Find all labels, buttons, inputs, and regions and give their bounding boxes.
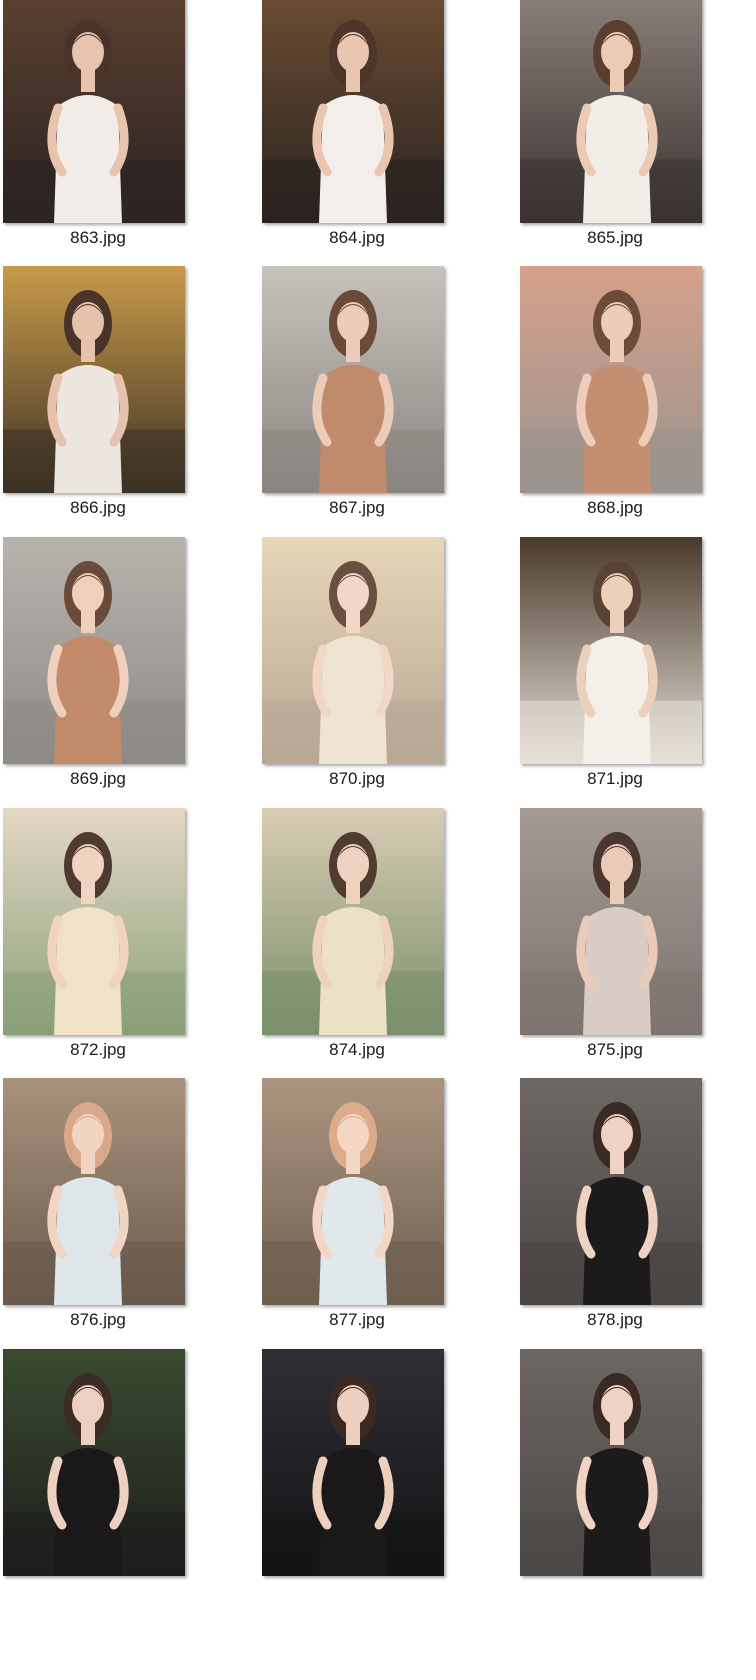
file-tile[interactable]: 864.jpg: [262, 0, 447, 266]
file-name-label: 865.jpg: [587, 228, 643, 247]
file-tile[interactable]: 876.jpg: [3, 1078, 188, 1348]
photo-image: [520, 0, 702, 223]
photo-thumbnail[interactable]: [3, 808, 185, 1035]
file-tile[interactable]: 865.jpg: [520, 0, 705, 266]
file-name-label: 871.jpg: [587, 769, 643, 788]
file-name-label: 874.jpg: [329, 1040, 385, 1059]
photo-image: [262, 808, 444, 1035]
photo-thumbnail[interactable]: [520, 537, 702, 764]
file-tile[interactable]: [262, 1349, 447, 1619]
photo-image: [262, 537, 444, 764]
photo-image: [3, 266, 185, 493]
file-name-label: 868.jpg: [587, 498, 643, 517]
file-name-label: 877.jpg: [329, 1310, 385, 1329]
file-name-label: 864.jpg: [329, 228, 385, 247]
photo-image: [3, 808, 185, 1035]
photo-thumbnail[interactable]: [262, 1078, 444, 1305]
file-tile[interactable]: [520, 1349, 705, 1619]
photo-image: [520, 266, 702, 493]
file-tile[interactable]: 866.jpg: [3, 266, 188, 536]
file-name-label: 867.jpg: [329, 498, 385, 517]
photo-thumbnail[interactable]: [262, 0, 444, 223]
photo-image: [3, 1349, 185, 1576]
file-tile[interactable]: 877.jpg: [262, 1078, 447, 1348]
photo-image: [262, 1349, 444, 1576]
photo-thumbnail[interactable]: [520, 0, 702, 223]
file-name-label: 866.jpg: [70, 498, 126, 517]
photo-image: [262, 266, 444, 493]
photo-image: [3, 0, 185, 223]
file-tile[interactable]: 863.jpg: [3, 0, 188, 266]
photo-image: [520, 1078, 702, 1305]
photo-thumbnail[interactable]: [520, 266, 702, 493]
file-name-label: 863.jpg: [70, 228, 126, 247]
file-tile[interactable]: 878.jpg: [520, 1078, 705, 1348]
photo-thumbnail[interactable]: [520, 1349, 702, 1576]
photo-image: [520, 537, 702, 764]
photo-thumbnail[interactable]: [3, 1349, 185, 1576]
photo-thumbnail[interactable]: [520, 808, 702, 1035]
file-tile[interactable]: 872.jpg: [3, 808, 188, 1078]
photo-image: [520, 1349, 702, 1576]
file-tile[interactable]: 868.jpg: [520, 266, 705, 536]
photo-image: [3, 537, 185, 764]
photo-image: [3, 1078, 185, 1305]
file-name-label: 872.jpg: [70, 1040, 126, 1059]
file-tile[interactable]: 867.jpg: [262, 266, 447, 536]
file-name-label: 869.jpg: [70, 769, 126, 788]
file-name-label: 876.jpg: [70, 1310, 126, 1329]
file-tile[interactable]: [3, 1349, 188, 1619]
file-browser-grid: 863.jpg 864.jpg 865.jpg 866.jpg 867.jpg …: [0, 0, 756, 1680]
photo-thumbnail[interactable]: [262, 266, 444, 493]
file-tile[interactable]: 869.jpg: [3, 537, 188, 807]
photo-thumbnail[interactable]: [262, 808, 444, 1035]
photo-thumbnail[interactable]: [3, 1078, 185, 1305]
photo-thumbnail[interactable]: [3, 0, 185, 223]
file-name-label: 878.jpg: [587, 1310, 643, 1329]
photo-image: [262, 1078, 444, 1305]
file-name-label: 875.jpg: [587, 1040, 643, 1059]
photo-image: [262, 0, 444, 223]
file-tile[interactable]: 875.jpg: [520, 808, 705, 1078]
file-tile[interactable]: 870.jpg: [262, 537, 447, 807]
file-tile[interactable]: 871.jpg: [520, 537, 705, 807]
file-name-label: 870.jpg: [329, 769, 385, 788]
photo-thumbnail[interactable]: [3, 266, 185, 493]
photo-thumbnail[interactable]: [262, 537, 444, 764]
file-tile[interactable]: 874.jpg: [262, 808, 447, 1078]
photo-image: [520, 808, 702, 1035]
photo-thumbnail[interactable]: [3, 537, 185, 764]
photo-thumbnail[interactable]: [262, 1349, 444, 1576]
photo-thumbnail[interactable]: [520, 1078, 702, 1305]
